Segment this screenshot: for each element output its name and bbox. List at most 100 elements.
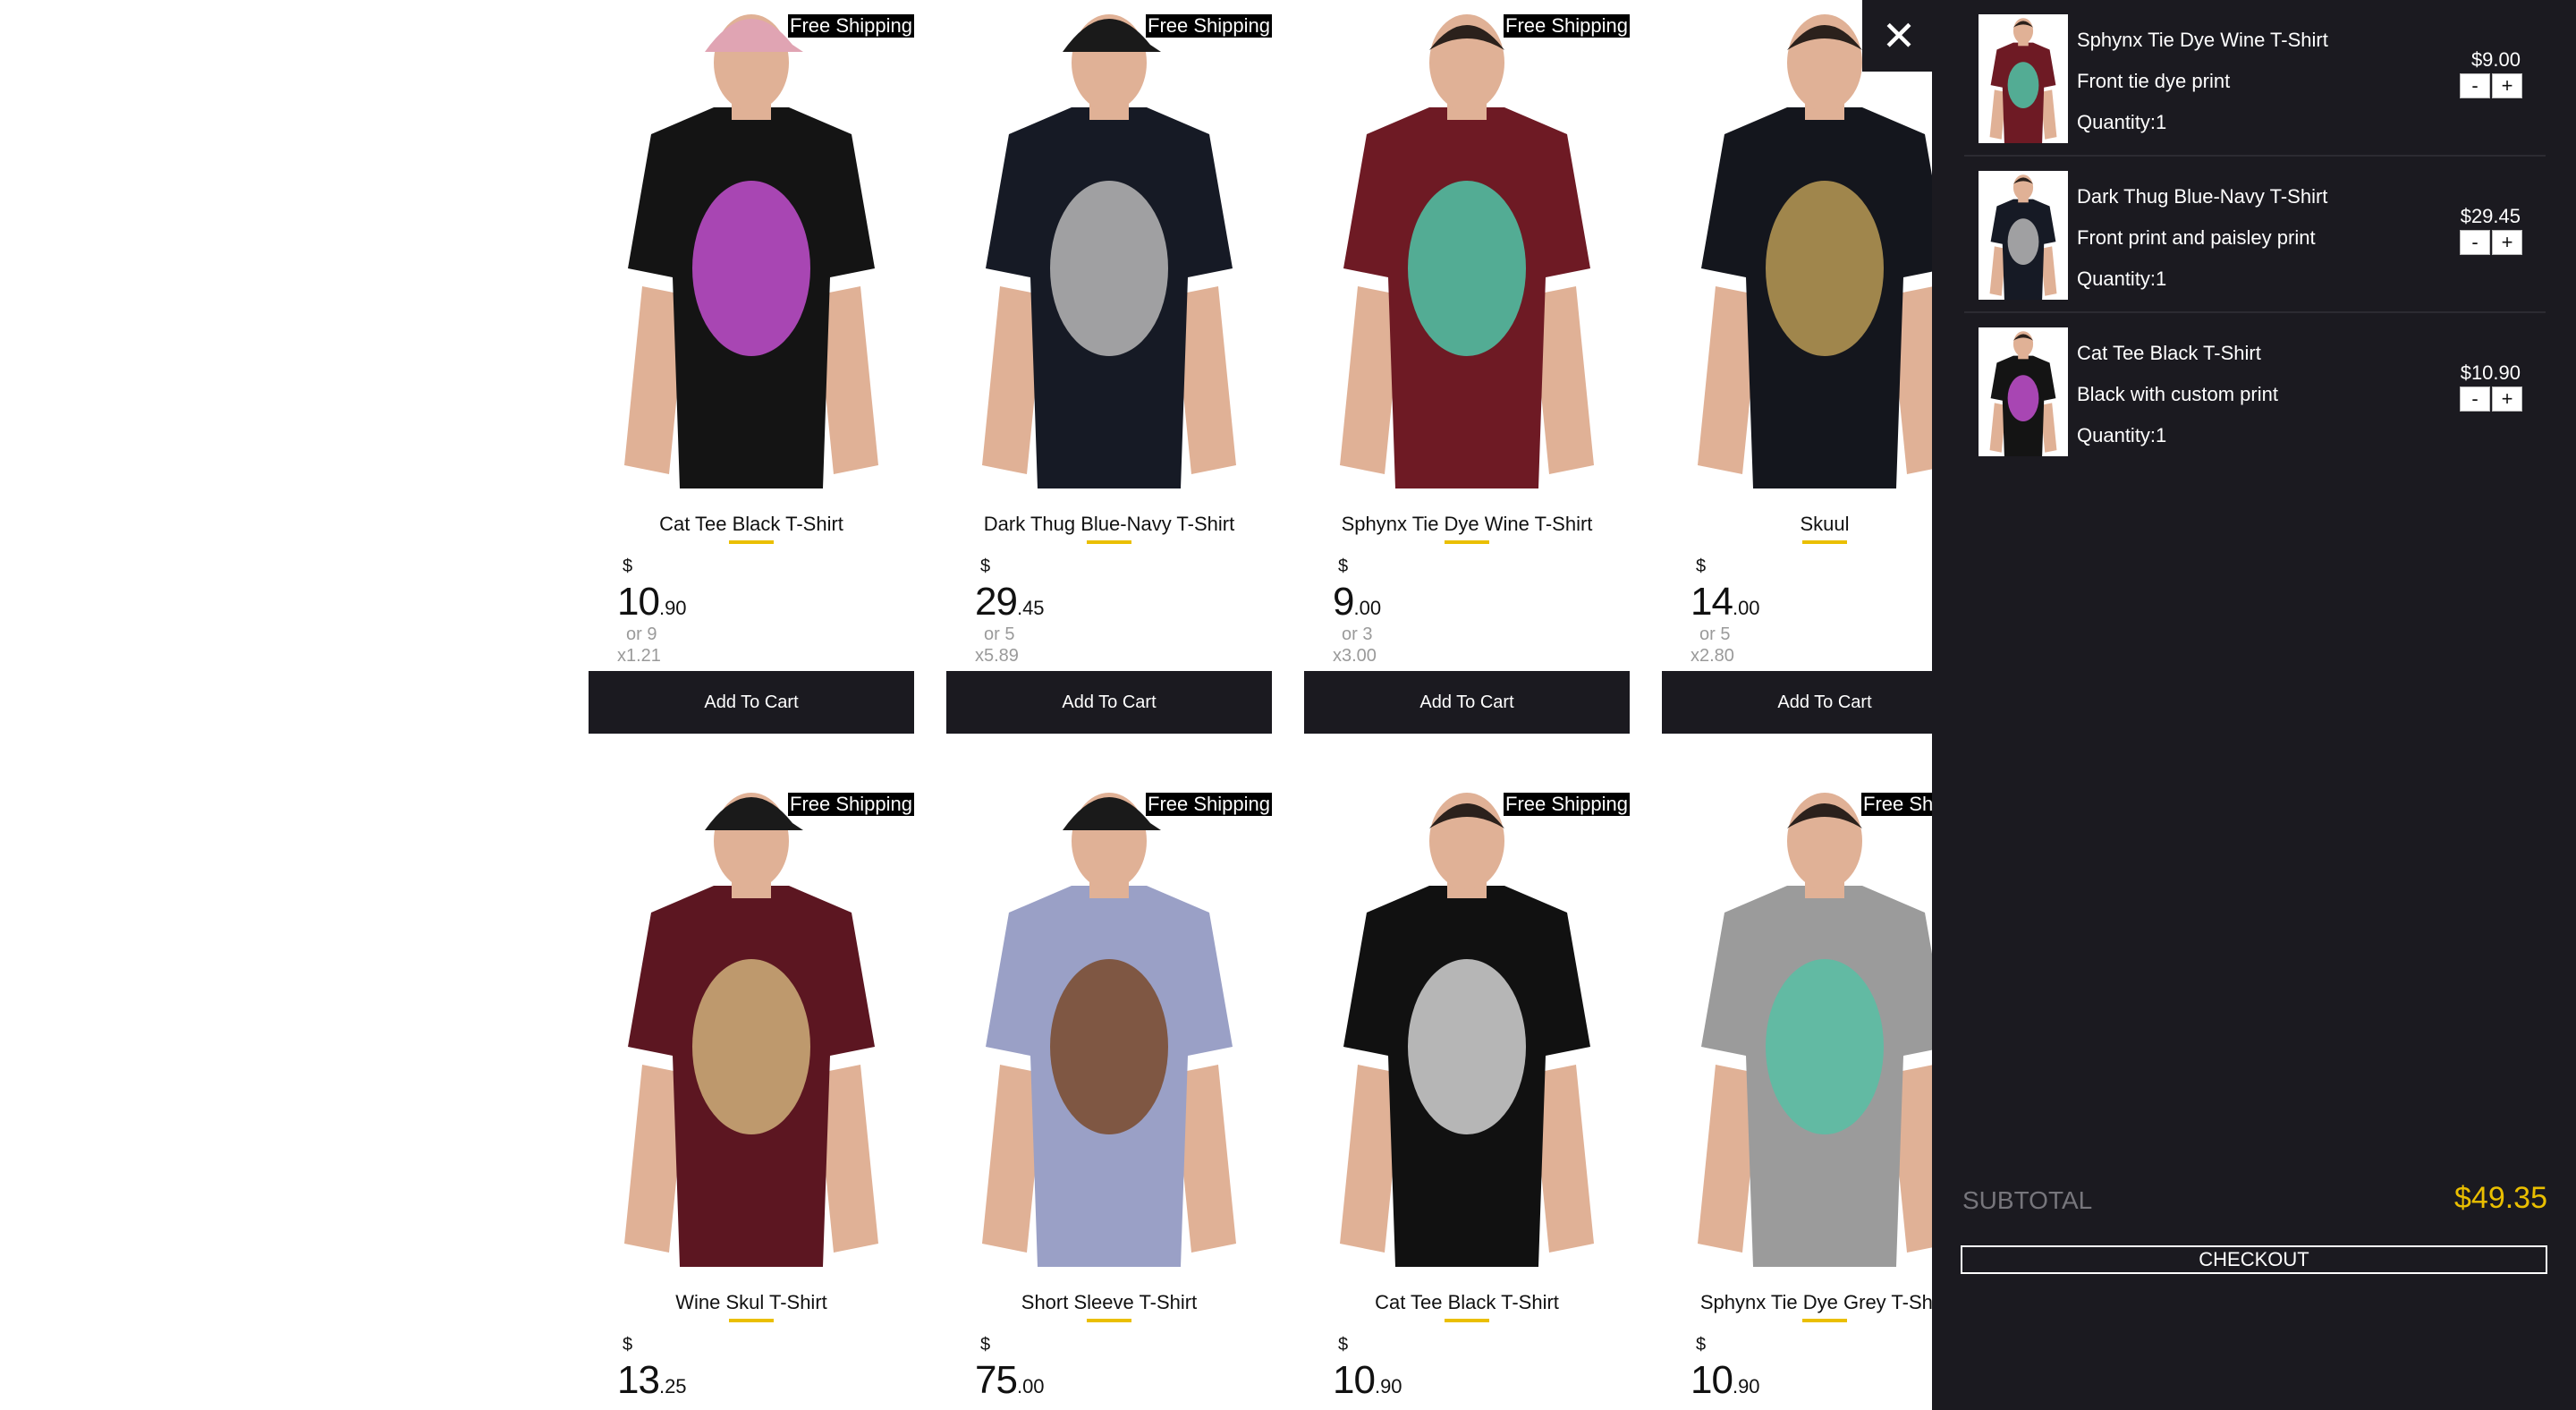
shirt-print	[1408, 181, 1526, 356]
product-card[interactable]: Free Shipping Dark Thug Blue-Navy T-Shir…	[946, 0, 1272, 778]
price-integer: 29	[975, 580, 1018, 624]
product-name[interactable]: Dark Thug Blue-Navy T-Shirt	[946, 510, 1272, 539]
cart-item-thumbnail[interactable]	[1979, 327, 2068, 456]
add-to-cart-button[interactable]: Add To Cart	[1304, 671, 1630, 734]
shop-page: Free Shipping Cat Tee Black T-Shirt $ 10…	[0, 0, 2576, 1410]
product-price: $ 10.90	[1318, 1322, 1630, 1410]
price-value: 10.90	[617, 580, 687, 624]
price-cents: .90	[658, 597, 687, 619]
model-illustration	[1340, 14, 1594, 488]
cart-item-title: Cat Tee Black T-Shirt	[2077, 342, 2261, 364]
shirt-print	[692, 181, 810, 356]
product-photo[interactable]	[946, 0, 1272, 488]
decrease-quantity-button[interactable]: -	[2460, 230, 2490, 255]
price-integer: 75	[975, 1358, 1018, 1402]
free-shipping-badge: Free Shipping	[788, 14, 914, 38]
cart-item-thumbnail[interactable]	[1979, 171, 2068, 300]
free-shipping-badge: Free Shipping	[788, 793, 914, 816]
product-photo[interactable]	[1304, 0, 1630, 488]
increase-quantity-button[interactable]: +	[2492, 386, 2522, 412]
product-card[interactable]: Free Shipping Short Sleeve T-Shirt $ 75.…	[946, 778, 1272, 1410]
product-photo[interactable]	[946, 778, 1272, 1267]
product-photo[interactable]	[589, 778, 914, 1267]
installment-value: x5.89	[975, 646, 1019, 666]
shirt-print	[1408, 959, 1526, 1134]
price-value: 9.00	[1333, 580, 1381, 624]
price-value: 75.00	[975, 1358, 1045, 1403]
model-illustration	[1989, 174, 2057, 300]
price-value: 13.25	[617, 1358, 687, 1403]
product-card[interactable]: Free Shipping Sphynx Tie Dye Wine T-Shir…	[1304, 0, 1630, 778]
price-value: 10.90	[1333, 1358, 1402, 1403]
product-photo[interactable]	[589, 0, 914, 488]
product-name[interactable]: Cat Tee Black T-Shirt	[1304, 1288, 1630, 1317]
price-integer: 14	[1690, 580, 1733, 624]
currency-symbol: $	[1338, 1335, 1349, 1355]
installment-value: x1.21	[617, 646, 661, 666]
product-card[interactable]: Free Shipping Cat Tee Black T-Shirt $ 10…	[1304, 778, 1630, 1410]
installments: or 3	[1342, 624, 1373, 644]
installments: or 9	[626, 624, 657, 644]
checkout-button[interactable]: CHECKOUT	[1961, 1245, 2547, 1274]
model-illustration	[624, 14, 878, 488]
increase-quantity-button[interactable]: +	[2492, 230, 2522, 255]
product-name[interactable]: Wine Skul T-Shirt	[589, 1288, 914, 1317]
cart-item-description: Front print and paisley print	[2077, 226, 2316, 249]
product-price: $ 13.25	[603, 1322, 914, 1410]
decrease-quantity-button[interactable]: -	[2460, 73, 2490, 98]
shirt-print	[1050, 959, 1168, 1134]
shirt-print	[1766, 181, 1884, 356]
price-value: 10.90	[1690, 1358, 1760, 1403]
price-integer: 13	[617, 1358, 660, 1402]
free-shipping-badge: Free Shipping	[1504, 793, 1630, 816]
shirt-print	[2007, 62, 2039, 108]
cart-item-details: Sphynx Tie Dye Wine T-Shirt Front tie dy…	[2077, 20, 2328, 143]
cart-item-title: Dark Thug Blue-Navy T-Shirt	[2077, 185, 2328, 208]
product-photo[interactable]	[1304, 778, 1630, 1267]
product-name[interactable]: Cat Tee Black T-Shirt	[589, 510, 914, 539]
cart-item-price: $29.45	[2460, 205, 2521, 227]
product-price: $ 29.45 or 5 x5.89	[961, 544, 1272, 666]
quantity-stepper: - +	[2460, 386, 2522, 412]
shirt-print	[692, 959, 810, 1134]
price-integer: 10	[617, 580, 660, 624]
installment-value: x2.80	[1690, 646, 1734, 666]
product-card[interactable]: Free Shipping Cat Tee Black T-Shirt $ 10…	[589, 0, 914, 778]
price-integer: 10	[1690, 1358, 1733, 1402]
cart-item-price: $9.00	[2470, 48, 2521, 71]
add-to-cart-button[interactable]: Add To Cart	[946, 671, 1272, 734]
decrease-quantity-button[interactable]: -	[2460, 386, 2490, 412]
add-to-cart-button[interactable]: Add To Cart	[589, 671, 914, 734]
cart-item-details: Dark Thug Blue-Navy T-Shirt Front print …	[2077, 176, 2327, 300]
price-value: 14.00	[1690, 580, 1760, 624]
product-grid: Free Shipping Cat Tee Black T-Shirt $ 10…	[589, 0, 1987, 1410]
model-illustration	[982, 14, 1236, 488]
product-card[interactable]: Free Shipping Wine Skul T-Shirt $ 13.25	[589, 778, 914, 1410]
increase-quantity-button[interactable]: +	[2492, 73, 2522, 98]
price-cents: .90	[1374, 1375, 1402, 1397]
price-cents: .00	[1016, 1375, 1045, 1397]
price-cents: .90	[1732, 1375, 1760, 1397]
model-illustration	[982, 793, 1236, 1267]
currency-symbol: $	[1696, 556, 1707, 576]
product-price: $ 75.00	[961, 1322, 1272, 1410]
cart-item-details: Cat Tee Black T-Shirt Black with custom …	[2077, 333, 2278, 456]
cart-item-quantity: Quantity:1	[2077, 424, 2167, 446]
close-icon: ✕	[1881, 13, 1917, 59]
cart-item-thumbnail[interactable]	[1979, 14, 2068, 143]
shirt-print	[2007, 375, 2039, 421]
installments: or 5	[1699, 624, 1731, 644]
cart-item: Cat Tee Black T-Shirt Black with custom …	[1964, 313, 2546, 470]
free-shipping-badge: Free Shipping	[1504, 14, 1630, 38]
cart-item: Sphynx Tie Dye Wine T-Shirt Front tie dy…	[1964, 0, 2546, 157]
price-cents: .45	[1016, 597, 1045, 619]
cart-item: Dark Thug Blue-Navy T-Shirt Front print …	[1964, 157, 2546, 313]
quantity-stepper: - +	[2460, 73, 2522, 98]
product-name[interactable]: Sphynx Tie Dye Wine T-Shirt	[1304, 510, 1630, 539]
close-cart-button[interactable]: ✕	[1862, 0, 1936, 72]
price-integer: 9	[1333, 580, 1355, 624]
shirt-print	[1050, 181, 1168, 356]
price-value: 29.45	[975, 580, 1045, 624]
product-name[interactable]: Short Sleeve T-Shirt	[946, 1288, 1272, 1317]
cart-item-description: Black with custom print	[2077, 383, 2278, 405]
